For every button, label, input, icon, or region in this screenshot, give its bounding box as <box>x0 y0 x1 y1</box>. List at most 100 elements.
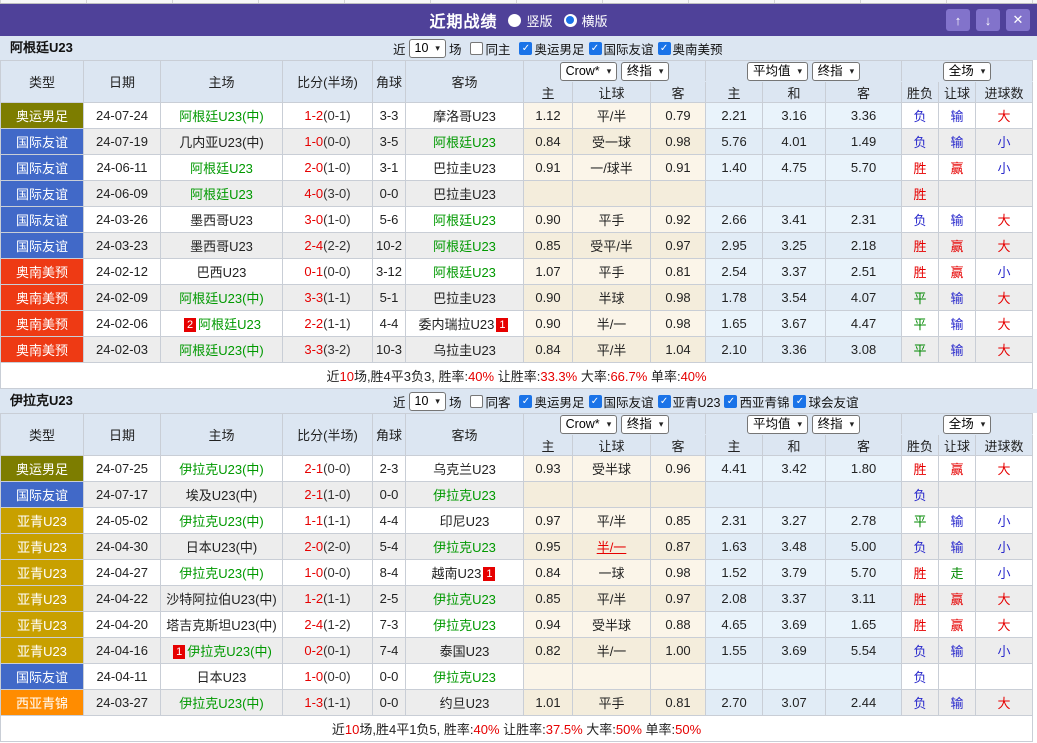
fulltime-score: 0-1 <box>304 264 323 279</box>
europe-source-select[interactable]: 平均值▾ <box>747 62 808 81</box>
away-team-name: 阿根廷U23 <box>433 135 496 150</box>
league-checkbox[interactable]: ✓西亚青锦 <box>723 392 789 411</box>
away-team-name: 伊拉克U23 <box>433 592 496 607</box>
result-goals-cell-value: 大 <box>998 592 1011 607</box>
sub-column-header: 客 <box>826 435 902 456</box>
checkbox-checked-icon[interactable]: ✓ <box>724 395 737 408</box>
layout-radio-horizontal[interactable]: 横版 <box>564 11 608 30</box>
league-checkbox[interactable]: ✓国际友谊 <box>588 392 654 411</box>
match-type-cell: 奥南美预 <box>1 311 84 337</box>
europe-home-odds-cell: 1.52 <box>706 560 763 586</box>
away-team-name: 伊拉克U23 <box>433 540 496 555</box>
away-team-cell: 乌拉圭U23 <box>406 337 524 363</box>
checkbox-checked-icon[interactable]: ✓ <box>589 395 602 408</box>
match-date-cell: 24-02-06 <box>84 311 161 337</box>
handicap-away-odds-cell <box>651 482 706 508</box>
radio-icon-vertical[interactable] <box>508 14 521 27</box>
home-team-cell: 伊拉克U23(中) <box>161 456 283 482</box>
checkbox-icon[interactable] <box>470 42 483 55</box>
fulltime-score: 0-2 <box>304 643 323 658</box>
league-checkbox[interactable]: ✓球会友谊 <box>792 392 858 411</box>
europe-time-select[interactable]: 终指▾ <box>812 415 861 434</box>
home-team-cell: 几内亚U23(中) <box>161 129 283 155</box>
radio-icon-horizontal[interactable] <box>564 14 577 27</box>
corners-cell: 10-2 <box>373 233 406 259</box>
handicap-line-cell: 半/一 <box>573 534 651 560</box>
handicap-away-odds-cell: 0.87 <box>651 534 706 560</box>
checkbox-checked-icon[interactable]: ✓ <box>589 42 602 55</box>
corners-cell: 5-1 <box>373 285 406 311</box>
checkbox-checked-icon[interactable]: ✓ <box>793 395 806 408</box>
table-row: 亚青U2324-04-161伊拉克U23(中)0-2(0-1)7-4泰国U230… <box>1 638 1033 664</box>
games-count-select[interactable]: 10▾ <box>409 39 446 58</box>
red-card-badge: 2 <box>184 318 196 332</box>
checkbox-checked-icon[interactable]: ✓ <box>658 395 671 408</box>
sub-column-header: 让球 <box>939 435 976 456</box>
europe-home-odds-cell: 1.65 <box>706 311 763 337</box>
europe-draw-odds-cell: 3.37 <box>763 259 826 285</box>
handicap-away-odds-cell: 0.98 <box>651 311 706 337</box>
odds-company-select[interactable]: Crow*▾ <box>560 62 618 81</box>
handicap-line-cell: 半球 <box>573 285 651 311</box>
checkbox-checked-icon[interactable]: ✓ <box>658 42 671 55</box>
result-handicap-cell: 赢 <box>939 233 976 259</box>
match-date-cell: 24-05-02 <box>84 508 161 534</box>
odds-time-select[interactable]: 终指▾ <box>621 62 670 81</box>
result-goals-cell: 小 <box>976 534 1033 560</box>
games-count-select[interactable]: 10▾ <box>409 392 446 411</box>
recent-results-panel: 近期战绩 竖版 横版 ↑ ↓ ✕ 阿根廷U23近10▾场同主✓奥运男足✓国际友谊… <box>0 0 1037 743</box>
away-team-cell: 巴拉圭U23 <box>406 285 524 311</box>
move-down-button[interactable]: ↓ <box>976 9 1000 31</box>
league-checkbox[interactable]: ✓奥运男足 <box>518 392 584 411</box>
league-checkbox[interactable]: ✓奥南美预 <box>657 39 723 58</box>
checkbox-checked-icon[interactable]: ✓ <box>519 42 532 55</box>
league-checkbox[interactable]: ✓亚青U23 <box>657 392 721 411</box>
close-button[interactable]: ✕ <box>1006 9 1030 31</box>
result-wdl-cell: 负 <box>902 207 939 233</box>
scope-select[interactable]: 全场▾ <box>943 62 992 81</box>
sub-column-header: 让球 <box>573 435 651 456</box>
same-venue-checkbox[interactable]: 同客 <box>469 392 510 411</box>
handicap-home-odds-cell: 1.12 <box>524 103 573 129</box>
score-cell: 2-2(1-1) <box>283 311 373 337</box>
checkbox-icon[interactable] <box>470 395 483 408</box>
result-handicap-cell <box>939 664 976 690</box>
result-handicap-cell <box>939 181 976 207</box>
europe-source-select[interactable]: 平均值▾ <box>747 415 808 434</box>
result-goals-cell: 小 <box>976 129 1033 155</box>
layout-radio-vertical[interactable]: 竖版 <box>508 11 552 30</box>
home-team-cell: 1伊拉克U23(中) <box>161 638 283 664</box>
odds-company-select-value: Crow* <box>566 64 600 79</box>
checkbox-checked-icon[interactable]: ✓ <box>519 395 532 408</box>
result-wdl-cell-value: 胜 <box>914 265 927 280</box>
result-wdl-cell: 平 <box>902 311 939 337</box>
result-goals-cell-value: 小 <box>998 135 1011 150</box>
result-handicap-cell-value: 输 <box>951 135 964 150</box>
odds-time-select[interactable]: 终指▾ <box>621 415 670 434</box>
odds-company-select[interactable]: Crow*▾ <box>560 415 618 434</box>
handicap-home-odds-cell: 0.85 <box>524 233 573 259</box>
handicap-line-value: 平手 <box>598 696 624 711</box>
result-handicap-cell-value: 输 <box>951 696 964 711</box>
league-checkbox[interactable]: ✓奥运男足 <box>518 39 584 58</box>
halftime-score: (1-2) <box>323 617 350 632</box>
move-up-button[interactable]: ↑ <box>946 9 970 31</box>
league-checkbox[interactable]: ✓国际友谊 <box>588 39 654 58</box>
chevron-down-icon: ▾ <box>659 417 664 432</box>
match-date-cell: 24-02-09 <box>84 285 161 311</box>
away-team-cell: 巴拉圭U23 <box>406 155 524 181</box>
fulltime-score: 1-0 <box>304 565 323 580</box>
team-sections: 阿根廷U23近10▾场同主✓奥运男足✓国际友谊✓奥南美预类型日期主场比分(半场)… <box>0 36 1037 742</box>
same-venue-checkbox[interactable]: 同主 <box>469 39 510 58</box>
match-type-cell: 奥南美预 <box>1 285 84 311</box>
handicap-line-cell <box>573 482 651 508</box>
score-cell: 1-2(0-1) <box>283 103 373 129</box>
scope-select[interactable]: 全场▾ <box>943 415 992 434</box>
home-team-cell: 墨西哥U23 <box>161 233 283 259</box>
sub-column-header: 让球 <box>573 82 651 103</box>
europe-time-select[interactable]: 终指▾ <box>812 62 861 81</box>
match-date-cell: 24-04-27 <box>84 560 161 586</box>
result-goals-cell-value: 大 <box>998 291 1011 306</box>
europe-away-odds-cell: 1.80 <box>826 456 902 482</box>
handicap-home-odds-cell: 0.84 <box>524 129 573 155</box>
